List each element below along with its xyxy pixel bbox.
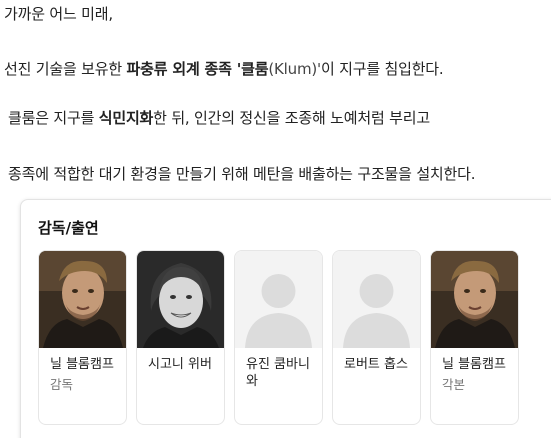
cast-item[interactable]: 유진 쿰바니와 xyxy=(234,250,323,425)
intro-line-4: 종족에 적합한 대기 환경을 만들기 위해 메탄을 배출하는 구조물을 설치한다… xyxy=(8,165,476,183)
text-segment: 클룸은 지구를 xyxy=(8,109,99,127)
intro-line-2: 선진 기술을 보유한 파충류 외계 종족 '클룸(Klum)'이 지구를 침입한… xyxy=(4,59,444,79)
cast-item[interactable]: 닐 블롬캠프 감독 xyxy=(38,250,127,425)
placeholder-avatar-icon xyxy=(235,251,322,348)
highlight-text: 파충류 외계 종족 '클룸 xyxy=(126,60,269,78)
cast-name: 시고니 위버 xyxy=(148,357,212,372)
cast-name: 유진 쿰바니와 xyxy=(246,357,310,389)
woman-photo xyxy=(137,251,224,348)
text-segment: 선진 기술을 보유한 xyxy=(4,60,127,78)
cast-name: 닐 블롬캠프 xyxy=(442,357,506,372)
cast-name: 닐 블롬캠프 xyxy=(50,357,114,372)
text-segment: (Klum)' xyxy=(268,60,321,78)
cast-role: 각본 xyxy=(442,377,466,392)
cast-role: 감독 xyxy=(50,377,74,392)
intro-line-1: 가까운 어느 미래, xyxy=(4,5,113,23)
cast-item[interactable]: 로버트 홉스 xyxy=(332,250,421,425)
man-photo xyxy=(431,251,518,348)
cast-name: 로버트 홉스 xyxy=(344,357,408,372)
placeholder-avatar-icon xyxy=(333,251,420,348)
cast-list: 닐 블롬캠프 감독 시고니 위버 유진 쿰바니와 로버트 홉스 닐 블롬캠프 각… xyxy=(38,250,519,425)
page: 가까운 어느 미래, 선진 기술을 보유한 파충류 외계 종족 '클룸(Klum… xyxy=(0,0,551,438)
cast-item[interactable]: 시고니 위버 xyxy=(136,250,225,425)
highlight-text: 식민지화 xyxy=(98,109,154,127)
intro-line-3: 클룸은 지구를 식민지화한 뒤, 인간의 정신을 조종해 노예처럼 부리고 xyxy=(8,108,430,128)
cast-item[interactable]: 닐 블롬캠프 각본 xyxy=(430,250,519,425)
cast-card: 감독/출연 닐 블롬캠프 감독 시고니 위버 유진 쿰바니와 로버트 홉스 닐 … xyxy=(20,199,551,438)
text-segment: 이 지구를 침입한다. xyxy=(320,60,444,78)
text-segment: 한 뒤, 인간의 정신을 조종해 노예처럼 부리고 xyxy=(153,109,430,127)
man-photo xyxy=(39,251,126,348)
cast-section-title: 감독/출연 xyxy=(38,219,99,237)
